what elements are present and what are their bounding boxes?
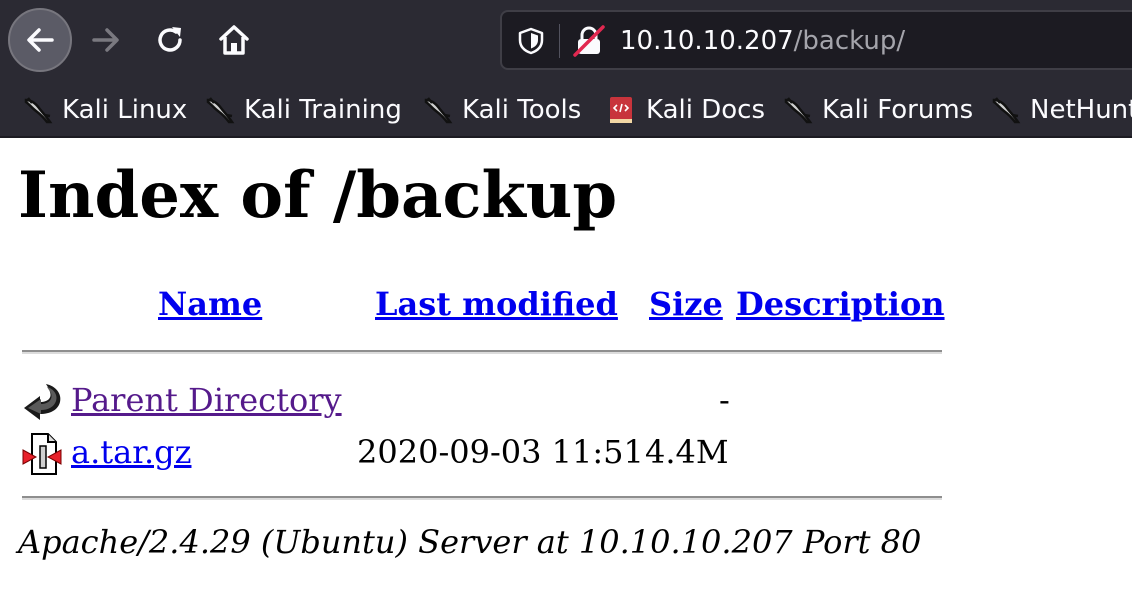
bookmark-label: Kali Training	[244, 95, 402, 125]
bookmark-kali-tools[interactable]: Kali Tools	[422, 92, 581, 128]
bookmark-label: NetHunt	[1030, 95, 1132, 125]
bookmark-kali-forums[interactable]: Kali Forums	[782, 92, 973, 128]
url-path: /backup/	[793, 26, 906, 56]
column-header-description[interactable]: Description	[736, 284, 945, 324]
file-size: -	[719, 381, 730, 419]
bookmark-kali-docs[interactable]: Kali Docs	[606, 92, 765, 128]
table-row: a.tar.gz 2020-09-03 11:51 4.4M	[22, 430, 944, 478]
page-title: Index of /backup	[18, 158, 618, 233]
file-link-a-tar-gz[interactable]: a.tar.gz	[71, 430, 191, 474]
bookmark-nethunter[interactable]: NetHunt	[990, 92, 1132, 128]
bookmark-kali-training[interactable]: Kali Training	[204, 92, 402, 128]
bookmark-label: Kali Linux	[62, 95, 188, 125]
footer-divider	[22, 496, 942, 500]
bookmark-label: Kali Forums	[822, 95, 974, 125]
bookmark-kali-linux[interactable]: Kali Linux	[22, 92, 187, 128]
reload-icon	[158, 27, 182, 52]
kali-dragon-icon	[424, 97, 453, 124]
column-header-name[interactable]: Name	[158, 284, 262, 324]
bookmark-label: Kali Tools	[462, 95, 582, 125]
file-size: 4.4M	[645, 433, 729, 471]
browser-toolbar: 10.10.10.207/backup/	[0, 0, 1132, 82]
url-text: 10.10.10.207/backup/	[620, 24, 905, 58]
header-divider	[22, 350, 942, 354]
url-host: 10.10.10.207	[620, 26, 794, 56]
forward-arrow-icon	[92, 28, 119, 52]
home-icon	[219, 25, 249, 55]
bookmark-label: Kali Docs	[646, 95, 766, 125]
table-row: Parent Directory -	[22, 378, 944, 426]
back-arrow-icon	[24, 384, 61, 420]
server-signature: Apache/2.4.29 (Ubuntu) Server at 10.10.1…	[18, 523, 922, 561]
reload-button[interactable]	[138, 8, 202, 72]
column-header-last-modified[interactable]: Last modified	[375, 284, 618, 324]
compressed-file-icon	[22, 433, 62, 475]
column-header-size[interactable]: Size	[649, 284, 723, 324]
file-link-parent-directory[interactable]: Parent Directory	[71, 378, 342, 422]
forward-button[interactable]	[74, 8, 138, 72]
address-bar[interactable]: 10.10.10.207/backup/	[500, 10, 1132, 70]
kali-dragon-icon	[206, 97, 235, 124]
kali-dragon-icon	[24, 97, 53, 124]
bookmarks-toolbar: Kali Linux Kali Training Kali Tools Kali…	[0, 82, 1132, 138]
kali-dragon-icon	[992, 97, 1021, 124]
kali-docs-book-icon	[610, 97, 632, 123]
kali-dragon-icon	[784, 97, 813, 124]
last-modified-date: 2020-09-03 11:51	[357, 433, 644, 471]
back-arrow-nav-icon	[27, 28, 54, 52]
url-separator	[559, 24, 560, 58]
tracking-protection-shield-icon[interactable]	[516, 26, 546, 56]
home-button[interactable]	[202, 8, 266, 72]
insecure-lock-icon[interactable]	[572, 24, 606, 58]
back-button[interactable]	[8, 8, 72, 72]
